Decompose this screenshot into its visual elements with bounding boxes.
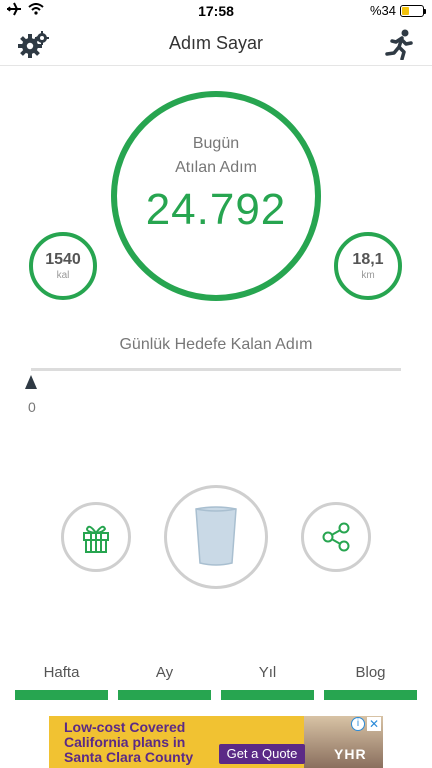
water-cup-button[interactable] [164, 485, 268, 589]
tab-week-bar [15, 690, 108, 700]
gift-button[interactable] [61, 502, 131, 572]
goal-progress-track [31, 368, 401, 371]
tab-week-label: Hafta [43, 664, 80, 681]
goal-progress-marker [25, 375, 37, 389]
running-icon [385, 29, 413, 61]
ad-text: Low-cost Covered California plans in San… [64, 720, 193, 765]
gift-icon [83, 525, 109, 553]
today-label: Bugün [192, 135, 240, 152]
battery-percentage: %34 [369, 3, 396, 18]
ad-line-1: Low-cost Covered [64, 719, 186, 735]
distance-circle: 18,1 km [334, 232, 402, 300]
water-cup-icon [195, 506, 237, 566]
tab-week[interactable]: Hafta [15, 660, 108, 702]
goal-title: Günlük Hedefe Kalan Adım [119, 336, 313, 353]
goal-remaining-value: 0 [28, 399, 36, 415]
steps-count: 24.792 [145, 185, 287, 234]
steps-taken-label: Atılan Adım [175, 159, 257, 176]
tab-year-label: Yıl [258, 664, 277, 681]
period-tabs: Hafta Ay Yıl Blog [0, 660, 432, 702]
calories-circle: 1540 kal [29, 232, 97, 300]
ad-logo: YHR [334, 746, 367, 762]
calories-unit: kal [56, 270, 70, 281]
share-button[interactable] [301, 502, 371, 572]
battery-icon [400, 4, 426, 17]
tab-month[interactable]: Ay [118, 660, 211, 702]
distance-unit: km [361, 270, 375, 281]
close-icon[interactable]: ✕ [367, 717, 381, 731]
today-steps-circle: Bugün Atılan Adım 24.792 [111, 91, 321, 301]
calories-value: 1540 [45, 251, 81, 268]
tab-month-bar [118, 690, 211, 700]
status-right: %34 [369, 3, 426, 18]
battery-level [402, 6, 409, 15]
nav-bar: Adım Sayar [0, 22, 432, 66]
tab-year-bar [221, 690, 314, 700]
ad-cta-button[interactable]: Get a Quote [219, 744, 305, 764]
share-icon [322, 522, 350, 552]
status-time: 17:58 [198, 3, 234, 19]
info-icon[interactable]: i [351, 717, 365, 731]
ad-banner[interactable]: Low-cost Covered California plans in San… [49, 716, 383, 768]
ad-line-2: California plans in [64, 734, 186, 750]
page-title: Adım Sayar [168, 33, 264, 53]
tab-year[interactable]: Yıl [221, 660, 314, 702]
activity-button[interactable] [384, 28, 414, 61]
ad-line-3: Santa Clara County [64, 749, 194, 765]
tab-blog-bar [324, 690, 417, 700]
tab-month-label: Ay [155, 664, 174, 681]
tab-blog[interactable]: Blog [324, 660, 417, 702]
distance-value: 18,1 [352, 251, 384, 268]
status-bar: 17:58 %34 [0, 0, 432, 22]
tab-blog-label: Blog [355, 664, 386, 681]
